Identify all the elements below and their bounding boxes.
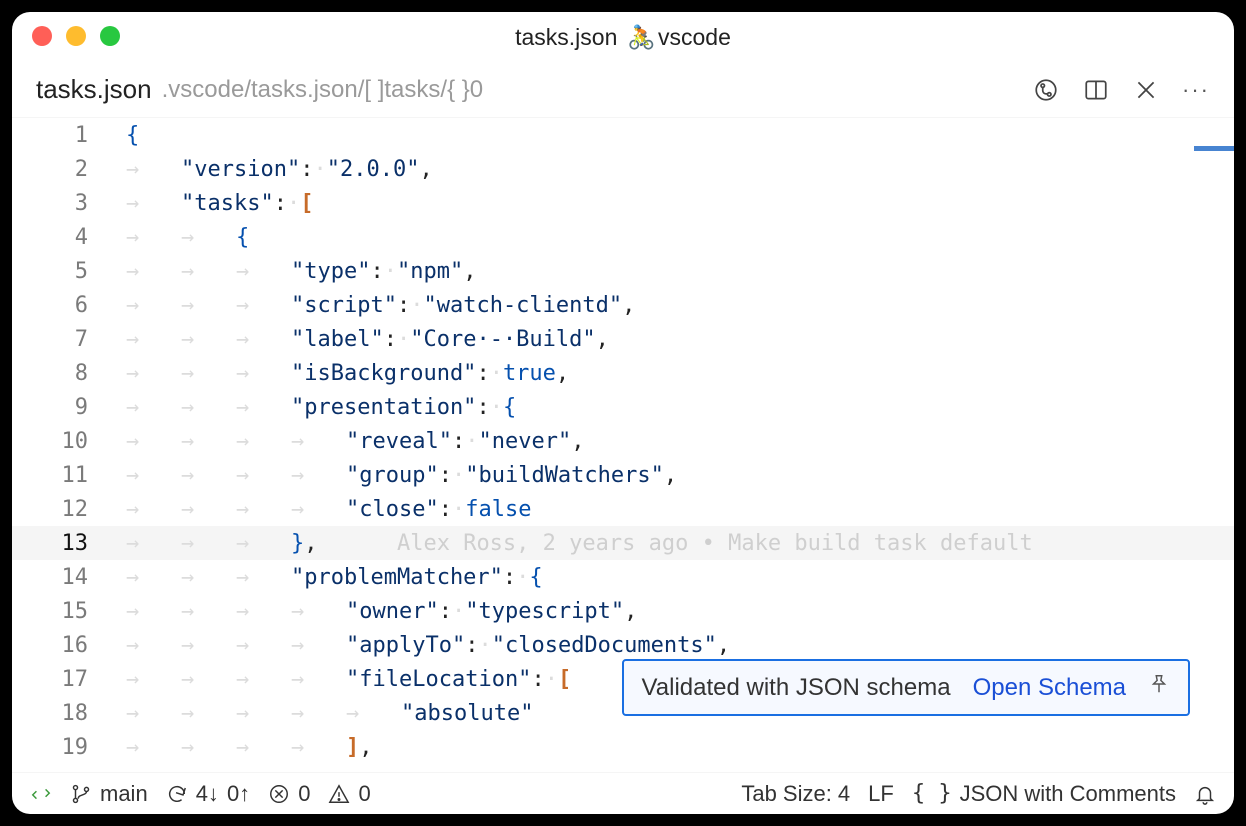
titlebar: tasks.json 🚴 vscode	[12, 12, 1234, 62]
line-content[interactable]: →→→"type":·"npm",	[112, 259, 1234, 284]
code-line[interactable]: 11→→→→"group":·"buildWatchers",	[12, 458, 1234, 492]
line-number[interactable]: 14	[12, 565, 112, 590]
line-number[interactable]: 7	[12, 327, 112, 352]
code-line[interactable]: 16→→→→"applyTo":·"closedDocuments",	[12, 628, 1234, 662]
problems-warnings[interactable]: 0	[328, 781, 370, 807]
line-number[interactable]: 9	[12, 395, 112, 420]
source-control-icon[interactable]	[1032, 76, 1060, 104]
editor[interactable]: 1{2→"version":·"2.0.0",3→"tasks":·[4→→{5…	[12, 118, 1234, 772]
line-number[interactable]: 19	[12, 735, 112, 760]
line-content[interactable]: {	[112, 123, 1234, 148]
split-editor-icon[interactable]	[1082, 76, 1110, 104]
code-line[interactable]: 4→→{	[12, 220, 1234, 254]
breadcrumb-seg-4[interactable]: 0	[470, 76, 483, 104]
line-content[interactable]: →→→→"group":·"buildWatchers",	[112, 463, 1234, 488]
indentation-status[interactable]: Tab Size: 4	[741, 781, 850, 807]
line-content[interactable]: →→→}, Alex Ross, 2 years ago • Make buil…	[112, 531, 1234, 556]
remote-indicator[interactable]	[30, 783, 52, 805]
code-line[interactable]: 2→"version":·"2.0.0",	[12, 152, 1234, 186]
code-line[interactable]: 1{	[12, 118, 1234, 152]
code-line[interactable]: 7→→→"label":·"Core·-·Build",	[12, 322, 1234, 356]
notifications-bell-icon[interactable]	[1194, 783, 1216, 805]
status-bar: main 4↓ 0↑ 0 0 Tab Size: 4 LF { } JSON w…	[12, 772, 1234, 814]
line-content[interactable]: →→→"presentation":·{	[112, 395, 1234, 420]
code-line[interactable]: 6→→→"script":·"watch-clientd",	[12, 288, 1234, 322]
line-content[interactable]: →→→→"owner":·"typescript",	[112, 599, 1234, 624]
breadcrumb-seg-3[interactable]: { }	[447, 76, 470, 104]
line-number[interactable]: 3	[12, 191, 112, 216]
line-number[interactable]: 1	[12, 123, 112, 148]
window-minimize-button[interactable]	[66, 26, 86, 46]
title-emoji: 🚴	[627, 24, 656, 51]
line-content[interactable]: →→→"problemMatcher":·{	[112, 565, 1234, 590]
error-count: 0	[298, 781, 310, 807]
pin-hover-icon[interactable]	[1148, 673, 1170, 702]
code-line[interactable]: 9→→→"presentation":·{	[12, 390, 1234, 424]
close-tab-icon[interactable]	[1132, 76, 1160, 104]
schema-hover-message: Validated with JSON schema	[642, 674, 951, 702]
line-content[interactable]: →→→"label":·"Core·-·Build",	[112, 327, 1234, 352]
language-mode: JSON with Comments	[960, 781, 1176, 807]
code-line[interactable]: 14→→→"problemMatcher":·{	[12, 560, 1234, 594]
problems-errors[interactable]: 0	[268, 781, 310, 807]
sync-outgoing: 0↑	[227, 781, 250, 807]
open-schema-link[interactable]: Open Schema	[973, 674, 1126, 702]
line-number[interactable]: 13	[12, 531, 112, 556]
code-line[interactable]: 5→→→"type":·"npm",	[12, 254, 1234, 288]
warning-count: 0	[358, 781, 370, 807]
git-blame-annotation: Alex Ross, 2 years ago • Make build task…	[318, 531, 1033, 556]
line-number[interactable]: 10	[12, 429, 112, 454]
sync-incoming: 4↓	[196, 781, 219, 807]
breadcrumb-seg-0[interactable]: .vscode/tasks.json/	[162, 76, 365, 104]
code-line[interactable]: 19→→→→],	[12, 730, 1234, 764]
code-line[interactable]: 3→"tasks":·[	[12, 186, 1234, 220]
git-branch[interactable]: main	[70, 781, 148, 807]
window-close-button[interactable]	[32, 26, 52, 46]
line-content[interactable]: →→→→],	[112, 735, 1234, 760]
line-number[interactable]: 12	[12, 497, 112, 522]
code-line[interactable]: 12→→→→"close":·false	[12, 492, 1234, 526]
line-number[interactable]: 18	[12, 701, 112, 726]
language-status[interactable]: { } JSON with Comments	[912, 781, 1176, 807]
code-line[interactable]: 10→→→→"reveal":·"never",	[12, 424, 1234, 458]
breadcrumb-seg-1[interactable]: [ ]	[364, 76, 384, 104]
line-number[interactable]: 6	[12, 293, 112, 318]
git-branch-name: main	[100, 781, 148, 807]
more-actions-icon[interactable]: ···	[1182, 76, 1210, 104]
title-workspace: vscode	[658, 24, 731, 51]
line-number[interactable]: 17	[12, 667, 112, 692]
line-number[interactable]: 4	[12, 225, 112, 250]
line-number[interactable]: 15	[12, 599, 112, 624]
breadcrumb[interactable]: .vscode/tasks.json/ [ ] tasks/ { } 0	[162, 76, 484, 104]
line-number[interactable]: 5	[12, 259, 112, 284]
line-content[interactable]: →→{	[112, 225, 1234, 250]
line-content[interactable]: →→→→"close":·false	[112, 497, 1234, 522]
line-content[interactable]: →→→→"applyTo":·"closedDocuments",	[112, 633, 1234, 658]
line-number[interactable]: 16	[12, 633, 112, 658]
code-line[interactable]: 8→→→"isBackground":·true,	[12, 356, 1234, 390]
active-tab-name[interactable]: tasks.json	[36, 74, 152, 105]
line-number[interactable]: 8	[12, 361, 112, 386]
window-zoom-button[interactable]	[100, 26, 120, 46]
line-number[interactable]: 2	[12, 157, 112, 182]
code-line[interactable]: 13→→→}, Alex Ross, 2 years ago • Make bu…	[12, 526, 1234, 560]
code-line[interactable]: 15→→→→"owner":·"typescript",	[12, 594, 1234, 628]
schema-hover-popup: Validated with JSON schema Open Schema	[622, 659, 1190, 716]
line-content[interactable]: →"tasks":·[	[112, 191, 1234, 216]
breadcrumb-seg-2[interactable]: tasks/	[384, 76, 447, 104]
editor-tab-row: tasks.json .vscode/tasks.json/ [ ] tasks…	[12, 62, 1234, 118]
eol-status[interactable]: LF	[868, 781, 894, 807]
line-content[interactable]: →→→→"reveal":·"never",	[112, 429, 1234, 454]
line-content[interactable]: →→→"isBackground":·true,	[112, 361, 1234, 386]
git-sync[interactable]: 4↓ 0↑	[166, 781, 251, 807]
line-content[interactable]: →→→"script":·"watch-clientd",	[112, 293, 1234, 318]
line-content[interactable]: →"version":·"2.0.0",	[112, 157, 1234, 182]
line-number[interactable]: 11	[12, 463, 112, 488]
title-filename: tasks.json	[515, 24, 617, 51]
